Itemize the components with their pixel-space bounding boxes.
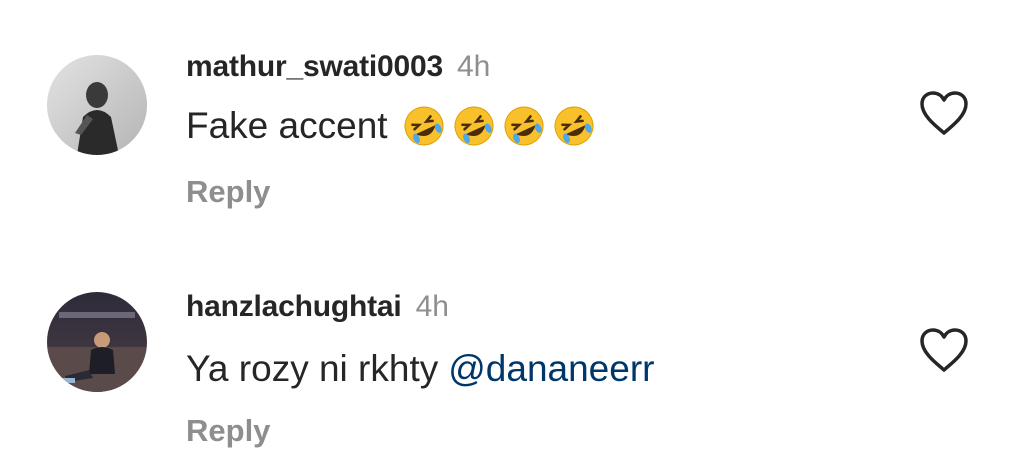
comment-body: Fake accent (186, 105, 388, 146)
avatar[interactable] (47, 292, 147, 392)
rolling-on-floor-laughing-icon (402, 104, 446, 148)
comment-item: hanzlachughtai 4h Ya rozy ni rkhty @danan… (0, 230, 1024, 453)
rolling-on-floor-laughing-icon (502, 104, 546, 148)
mention-link[interactable]: @dananeerr (448, 348, 654, 390)
comment-text: Ya rozy ni rkhty @dananeerr (186, 348, 654, 390)
avatar-image (47, 55, 147, 155)
avatar[interactable] (47, 55, 147, 155)
emoji-group (402, 104, 596, 148)
heart-outline-icon[interactable] (918, 89, 970, 137)
username[interactable]: hanzlachughtai (186, 290, 402, 323)
rolling-on-floor-laughing-icon (452, 104, 496, 148)
comment-header: hanzlachughtai 4h (186, 290, 449, 324)
comment-item: mathur_swati0003 4h Fake accent Reply (0, 0, 1024, 230)
rolling-on-floor-laughing-icon (552, 104, 596, 148)
reply-button[interactable]: Reply (186, 413, 270, 449)
timestamp: 4h (456, 50, 491, 83)
reply-button[interactable]: Reply (186, 174, 270, 210)
comment-body: Ya rozy ni rkhty (186, 348, 439, 389)
heart-outline-icon[interactable] (918, 326, 970, 374)
username[interactable]: mathur_swati0003 (186, 50, 443, 83)
timestamp: 4h (415, 290, 449, 323)
avatar-image (47, 292, 147, 392)
comment-text: Fake accent (186, 104, 596, 148)
comment-header: mathur_swati0003 4h (186, 50, 490, 84)
